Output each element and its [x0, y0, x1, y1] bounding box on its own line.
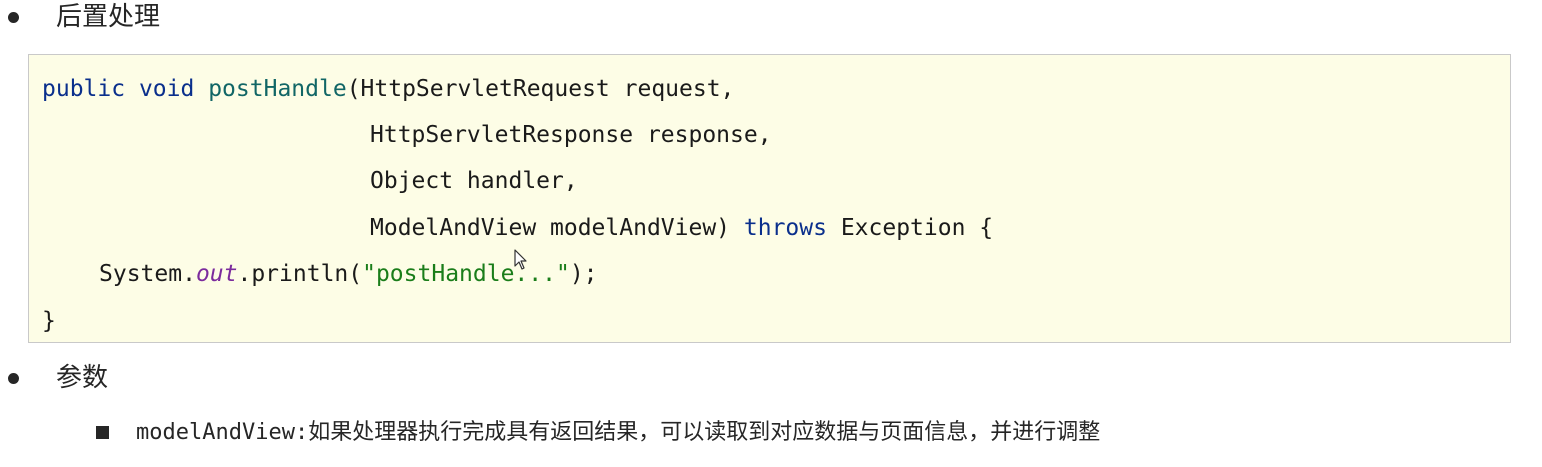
code-block: public void postHandle(HttpServletReques… [28, 54, 1511, 343]
code-println: .println( [237, 261, 363, 287]
code-close-brace: } [42, 308, 56, 334]
code-string-literal: "postHandle..." [362, 261, 570, 287]
code-method-name: postHandle [208, 76, 347, 102]
code-system: System. [99, 261, 196, 287]
code-line-6: } [42, 306, 56, 336]
bullet-icon [8, 12, 19, 23]
code-line-3: Object handler, [370, 166, 578, 196]
param-name: modelAndView: [136, 420, 309, 445]
bullet-icon [8, 373, 19, 384]
code-keyword-throws: throws [743, 215, 827, 241]
mouse-cursor-icon [514, 249, 527, 270]
code-close-paren: ); [569, 261, 598, 287]
code-exception: Exception { [826, 215, 994, 241]
code-params-4: ModelAndView modelAndView) [370, 215, 744, 241]
code-keyword-void: void [138, 76, 195, 102]
square-bullet-icon [96, 426, 109, 439]
code-static-field: out [195, 261, 238, 287]
code-keyword-public: public [42, 76, 126, 102]
section-heading-post-handle: 后置处理 [56, 2, 161, 32]
code-line-2: HttpServletResponse response, [370, 120, 772, 150]
code-params-1: (HttpServletRequest request, [346, 76, 735, 102]
param-description: 如果处理器执行完成具有返回结果，可以读取到对应数据与页面信息，并进行调整 [308, 420, 1101, 445]
code-line-4: ModelAndView modelAndView) throws Except… [370, 213, 993, 243]
code-line-1: public void postHandle(HttpServletReques… [42, 74, 734, 104]
param-item-model-and-view: modelAndView:如果处理器执行完成具有返回结果，可以读取到对应数据与页… [136, 418, 1100, 448]
code-params-3: Object handler, [370, 168, 578, 194]
section-heading-params: 参数 [56, 363, 109, 393]
code-params-2: HttpServletResponse response, [370, 122, 772, 148]
